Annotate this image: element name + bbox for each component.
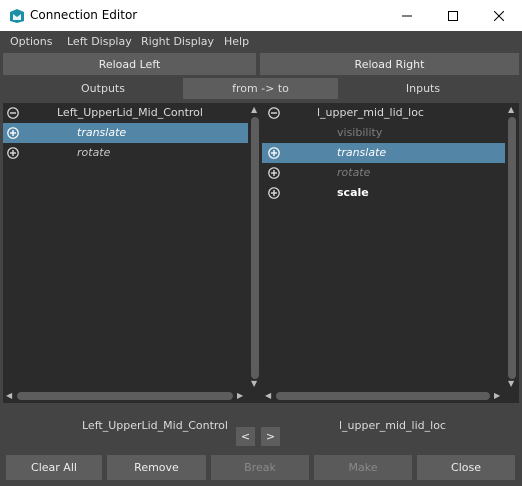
scroll-right-icon[interactable]: ▶ bbox=[494, 391, 500, 401]
expand-icon[interactable] bbox=[7, 147, 19, 159]
right-attr-label: translate bbox=[337, 146, 387, 159]
left-attr-rotate[interactable]: rotate bbox=[3, 143, 248, 163]
right-attr-translate[interactable]: translate bbox=[262, 143, 505, 163]
close-icon bbox=[494, 10, 504, 21]
left-node-name: Left_UpperLid_Mid_Control bbox=[57, 106, 203, 119]
window-title: Connection Editor bbox=[30, 8, 138, 22]
reload-left-button[interactable]: Reload Left bbox=[3, 53, 256, 75]
scroll-left-icon[interactable]: ◀ bbox=[265, 391, 271, 401]
right-node-label: l_upper_mid_lid_loc bbox=[339, 419, 446, 432]
left-attr-translate[interactable]: translate bbox=[3, 123, 248, 143]
reload-right-button[interactable]: Reload Right bbox=[260, 53, 519, 75]
prev-node-button[interactable]: < bbox=[236, 427, 255, 446]
remove-button[interactable]: Remove bbox=[107, 455, 206, 480]
scroll-left-icon[interactable]: ◀ bbox=[6, 391, 12, 401]
scroll-right-icon[interactable]: ▶ bbox=[237, 391, 243, 401]
expand-icon[interactable] bbox=[7, 127, 19, 139]
right-vscroll-thumb[interactable] bbox=[508, 117, 516, 379]
collapse-icon bbox=[7, 107, 19, 119]
close-window-button[interactable] bbox=[476, 0, 522, 31]
left-attr-label: translate bbox=[77, 126, 127, 139]
maximize-button[interactable] bbox=[430, 0, 476, 31]
right-horizontal-scrollbar[interactable]: ◀ ▶ bbox=[262, 389, 505, 403]
title-bar: Connection Editor bbox=[0, 0, 522, 31]
right-hscroll-thumb[interactable] bbox=[276, 392, 490, 400]
maximize-icon bbox=[448, 10, 458, 21]
connection-editor-window: Connection Editor Options Left Display R… bbox=[0, 0, 522, 486]
right-attr-rotate[interactable]: rotate bbox=[262, 163, 505, 183]
menu-options[interactable]: Options bbox=[10, 35, 52, 48]
outputs-header: Outputs bbox=[81, 82, 125, 95]
left-vertical-scrollbar[interactable]: ▲ ▼ bbox=[248, 103, 262, 389]
scroll-up-icon[interactable]: ▲ bbox=[508, 105, 514, 115]
right-attr-scale[interactable]: scale bbox=[262, 183, 505, 203]
expand-icon[interactable] bbox=[268, 187, 280, 199]
next-node-button[interactable]: > bbox=[261, 427, 280, 446]
collapse-icon bbox=[268, 107, 280, 119]
right-attr-visibility[interactable]: visibility bbox=[262, 123, 505, 143]
outputs-panel[interactable]: Left_UpperLid_Mid_Control translate rota… bbox=[3, 103, 262, 403]
right-attr-label: rotate bbox=[337, 166, 371, 179]
inputs-header: Inputs bbox=[405, 82, 441, 95]
scroll-down-icon[interactable]: ▼ bbox=[251, 379, 257, 389]
close-button[interactable]: Close bbox=[417, 455, 515, 480]
right-node-row[interactable]: l_upper_mid_lid_loc bbox=[262, 103, 505, 123]
break-button[interactable]: Break bbox=[211, 455, 309, 480]
menu-bar: Options Left Display Right Display Help bbox=[0, 31, 522, 53]
left-horizontal-scrollbar[interactable]: ◀ ▶ bbox=[3, 389, 248, 403]
right-attr-label: visibility bbox=[337, 126, 383, 139]
left-hscroll-thumb[interactable] bbox=[17, 392, 233, 400]
left-vscroll-thumb[interactable] bbox=[251, 117, 259, 379]
right-node-name: l_upper_mid_lid_loc bbox=[317, 106, 424, 119]
maya-app-icon bbox=[10, 9, 24, 23]
expand-icon[interactable] bbox=[268, 147, 280, 159]
left-attr-label: rotate bbox=[77, 146, 111, 159]
direction-toggle-button[interactable]: from -> to bbox=[183, 78, 338, 99]
make-button[interactable]: Make bbox=[314, 455, 412, 480]
menu-left-display[interactable]: Left Display bbox=[67, 35, 132, 48]
minimize-icon bbox=[402, 15, 412, 16]
inputs-panel[interactable]: l_upper_mid_lid_loc visibility translate… bbox=[262, 103, 519, 403]
minimize-button[interactable] bbox=[384, 0, 430, 31]
menu-right-display[interactable]: Right Display bbox=[141, 35, 214, 48]
left-node-row[interactable]: Left_UpperLid_Mid_Control bbox=[3, 103, 248, 123]
expand-icon[interactable] bbox=[268, 167, 280, 179]
right-vertical-scrollbar[interactable]: ▲ ▼ bbox=[505, 103, 519, 389]
scroll-up-icon[interactable]: ▲ bbox=[251, 105, 257, 115]
clear-all-button[interactable]: Clear All bbox=[6, 455, 102, 480]
left-node-label: Left_UpperLid_Mid_Control bbox=[82, 419, 228, 432]
scroll-down-icon[interactable]: ▼ bbox=[508, 379, 514, 389]
right-attr-label: scale bbox=[337, 186, 369, 199]
menu-help[interactable]: Help bbox=[224, 35, 249, 48]
